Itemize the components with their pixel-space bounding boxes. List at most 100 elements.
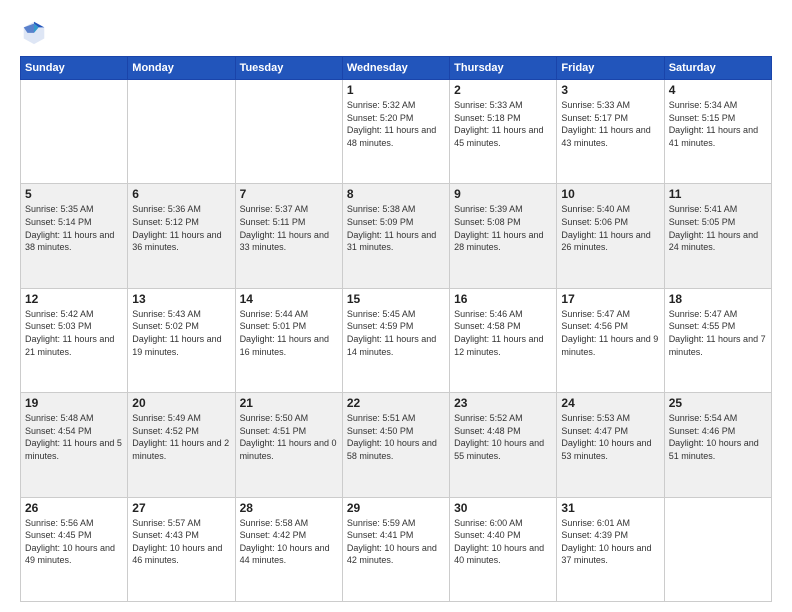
day-info: Sunrise: 5:52 AM Sunset: 4:48 PM Dayligh… <box>454 412 552 462</box>
day-info: Sunrise: 5:47 AM Sunset: 4:56 PM Dayligh… <box>561 308 659 358</box>
day-info: Sunrise: 5:57 AM Sunset: 4:43 PM Dayligh… <box>132 517 230 567</box>
day-info: Sunrise: 5:33 AM Sunset: 5:18 PM Dayligh… <box>454 99 552 149</box>
day-info: Sunrise: 5:46 AM Sunset: 4:58 PM Dayligh… <box>454 308 552 358</box>
day-info: Sunrise: 5:47 AM Sunset: 4:55 PM Dayligh… <box>669 308 767 358</box>
calendar-row-4: 26 Sunrise: 5:56 AM Sunset: 4:45 PM Dayli… <box>21 497 772 601</box>
calendar-cell-3-3: 22 Sunrise: 5:51 AM Sunset: 4:50 PM Dayli… <box>342 393 449 497</box>
day-info: Sunrise: 5:51 AM Sunset: 4:50 PM Dayligh… <box>347 412 445 462</box>
calendar-cell-2-3: 15 Sunrise: 5:45 AM Sunset: 4:59 PM Dayli… <box>342 288 449 392</box>
day-info: Sunrise: 5:36 AM Sunset: 5:12 PM Dayligh… <box>132 203 230 253</box>
day-info: Sunrise: 5:45 AM Sunset: 4:59 PM Dayligh… <box>347 308 445 358</box>
day-info: Sunrise: 5:48 AM Sunset: 4:54 PM Dayligh… <box>25 412 123 462</box>
calendar-cell-3-2: 21 Sunrise: 5:50 AM Sunset: 4:51 PM Dayli… <box>235 393 342 497</box>
calendar-cell-1-2: 7Sunrise: 5:37 AM Sunset: 5:11 PM Daylig… <box>235 184 342 288</box>
calendar-cell-2-4: 16 Sunrise: 5:46 AM Sunset: 4:58 PM Dayli… <box>450 288 557 392</box>
logo <box>20 18 52 46</box>
calendar-cell-2-5: 17Sunrise: 5:47 AM Sunset: 4:56 PM Dayli… <box>557 288 664 392</box>
day-number: 30 <box>454 501 552 515</box>
weekday-header-tuesday: Tuesday <box>235 57 342 80</box>
calendar-cell-4-0: 26 Sunrise: 5:56 AM Sunset: 4:45 PM Dayli… <box>21 497 128 601</box>
day-number: 16 <box>454 292 552 306</box>
day-number: 29 <box>347 501 445 515</box>
day-info: Sunrise: 5:38 AM Sunset: 5:09 PM Dayligh… <box>347 203 445 253</box>
day-number: 2 <box>454 83 552 97</box>
day-info: Sunrise: 5:33 AM Sunset: 5:17 PM Dayligh… <box>561 99 659 149</box>
calendar-cell-1-3: 8 Sunrise: 5:38 AM Sunset: 5:09 PM Daylig… <box>342 184 449 288</box>
page: SundayMondayTuesdayWednesdayThursdayFrid… <box>0 0 792 612</box>
weekday-header-thursday: Thursday <box>450 57 557 80</box>
calendar-cell-4-4: 30 Sunrise: 6:00 AM Sunset: 4:40 PM Dayli… <box>450 497 557 601</box>
weekday-header-saturday: Saturday <box>664 57 771 80</box>
calendar-cell-1-4: 9 Sunrise: 5:39 AM Sunset: 5:08 PM Daylig… <box>450 184 557 288</box>
day-info: Sunrise: 5:39 AM Sunset: 5:08 PM Dayligh… <box>454 203 552 253</box>
day-number: 14 <box>240 292 338 306</box>
day-info: Sunrise: 5:56 AM Sunset: 4:45 PM Dayligh… <box>25 517 123 567</box>
calendar-cell-4-6 <box>664 497 771 601</box>
calendar-cell-0-2 <box>235 80 342 184</box>
day-number: 7 <box>240 187 338 201</box>
day-number: 26 <box>25 501 123 515</box>
day-number: 20 <box>132 396 230 410</box>
calendar-row-0: 1Sunrise: 5:32 AM Sunset: 5:20 PM Daylig… <box>21 80 772 184</box>
day-number: 11 <box>669 187 767 201</box>
day-number: 9 <box>454 187 552 201</box>
calendar-cell-4-1: 27 Sunrise: 5:57 AM Sunset: 4:43 PM Dayli… <box>128 497 235 601</box>
day-number: 10 <box>561 187 659 201</box>
day-info: Sunrise: 5:35 AM Sunset: 5:14 PM Dayligh… <box>25 203 123 253</box>
calendar-cell-0-5: 3 Sunrise: 5:33 AM Sunset: 5:17 PM Daylig… <box>557 80 664 184</box>
logo-icon <box>20 18 48 46</box>
day-info: Sunrise: 5:44 AM Sunset: 5:01 PM Dayligh… <box>240 308 338 358</box>
calendar-header-row: SundayMondayTuesdayWednesdayThursdayFrid… <box>21 57 772 80</box>
day-number: 15 <box>347 292 445 306</box>
day-number: 27 <box>132 501 230 515</box>
calendar-cell-3-4: 23 Sunrise: 5:52 AM Sunset: 4:48 PM Dayli… <box>450 393 557 497</box>
day-number: 12 <box>25 292 123 306</box>
day-number: 28 <box>240 501 338 515</box>
calendar-cell-1-5: 10 Sunrise: 5:40 AM Sunset: 5:06 PM Dayli… <box>557 184 664 288</box>
calendar-row-1: 5Sunrise: 5:35 AM Sunset: 5:14 PM Daylig… <box>21 184 772 288</box>
day-info: Sunrise: 5:41 AM Sunset: 5:05 PM Dayligh… <box>669 203 767 253</box>
day-info: Sunrise: 5:50 AM Sunset: 4:51 PM Dayligh… <box>240 412 338 462</box>
day-info: Sunrise: 5:49 AM Sunset: 4:52 PM Dayligh… <box>132 412 230 462</box>
calendar-cell-2-6: 18 Sunrise: 5:47 AM Sunset: 4:55 PM Dayli… <box>664 288 771 392</box>
day-number: 21 <box>240 396 338 410</box>
calendar-cell-2-0: 12 Sunrise: 5:42 AM Sunset: 5:03 PM Dayli… <box>21 288 128 392</box>
day-number: 8 <box>347 187 445 201</box>
calendar-cell-2-2: 14 Sunrise: 5:44 AM Sunset: 5:01 PM Dayli… <box>235 288 342 392</box>
calendar-row-2: 12 Sunrise: 5:42 AM Sunset: 5:03 PM Dayli… <box>21 288 772 392</box>
day-info: Sunrise: 5:54 AM Sunset: 4:46 PM Dayligh… <box>669 412 767 462</box>
calendar-cell-1-0: 5Sunrise: 5:35 AM Sunset: 5:14 PM Daylig… <box>21 184 128 288</box>
calendar-cell-4-2: 28Sunrise: 5:58 AM Sunset: 4:42 PM Dayli… <box>235 497 342 601</box>
day-number: 3 <box>561 83 659 97</box>
day-info: Sunrise: 5:40 AM Sunset: 5:06 PM Dayligh… <box>561 203 659 253</box>
day-info: Sunrise: 6:00 AM Sunset: 4:40 PM Dayligh… <box>454 517 552 567</box>
calendar-cell-0-1 <box>128 80 235 184</box>
calendar-row-3: 19 Sunrise: 5:48 AM Sunset: 4:54 PM Dayli… <box>21 393 772 497</box>
calendar-cell-3-0: 19 Sunrise: 5:48 AM Sunset: 4:54 PM Dayli… <box>21 393 128 497</box>
calendar-cell-3-6: 25 Sunrise: 5:54 AM Sunset: 4:46 PM Dayli… <box>664 393 771 497</box>
calendar-cell-2-1: 13Sunrise: 5:43 AM Sunset: 5:02 PM Dayli… <box>128 288 235 392</box>
day-number: 31 <box>561 501 659 515</box>
weekday-header-sunday: Sunday <box>21 57 128 80</box>
calendar-cell-0-3: 1Sunrise: 5:32 AM Sunset: 5:20 PM Daylig… <box>342 80 449 184</box>
calendar-cell-0-4: 2 Sunrise: 5:33 AM Sunset: 5:18 PM Daylig… <box>450 80 557 184</box>
day-number: 19 <box>25 396 123 410</box>
calendar-cell-3-5: 24 Sunrise: 5:53 AM Sunset: 4:47 PM Dayli… <box>557 393 664 497</box>
day-number: 25 <box>669 396 767 410</box>
day-number: 1 <box>347 83 445 97</box>
day-number: 4 <box>669 83 767 97</box>
calendar-cell-1-1: 6Sunrise: 5:36 AM Sunset: 5:12 PM Daylig… <box>128 184 235 288</box>
day-info: Sunrise: 5:34 AM Sunset: 5:15 PM Dayligh… <box>669 99 767 149</box>
calendar-cell-3-1: 20 Sunrise: 5:49 AM Sunset: 4:52 PM Dayli… <box>128 393 235 497</box>
day-number: 23 <box>454 396 552 410</box>
day-number: 24 <box>561 396 659 410</box>
day-info: Sunrise: 5:59 AM Sunset: 4:41 PM Dayligh… <box>347 517 445 567</box>
calendar-cell-0-0 <box>21 80 128 184</box>
day-info: Sunrise: 6:01 AM Sunset: 4:39 PM Dayligh… <box>561 517 659 567</box>
calendar-cell-0-6: 4 Sunrise: 5:34 AM Sunset: 5:15 PM Daylig… <box>664 80 771 184</box>
day-number: 22 <box>347 396 445 410</box>
day-number: 18 <box>669 292 767 306</box>
calendar-table: SundayMondayTuesdayWednesdayThursdayFrid… <box>20 56 772 602</box>
day-info: Sunrise: 5:42 AM Sunset: 5:03 PM Dayligh… <box>25 308 123 358</box>
day-info: Sunrise: 5:53 AM Sunset: 4:47 PM Dayligh… <box>561 412 659 462</box>
